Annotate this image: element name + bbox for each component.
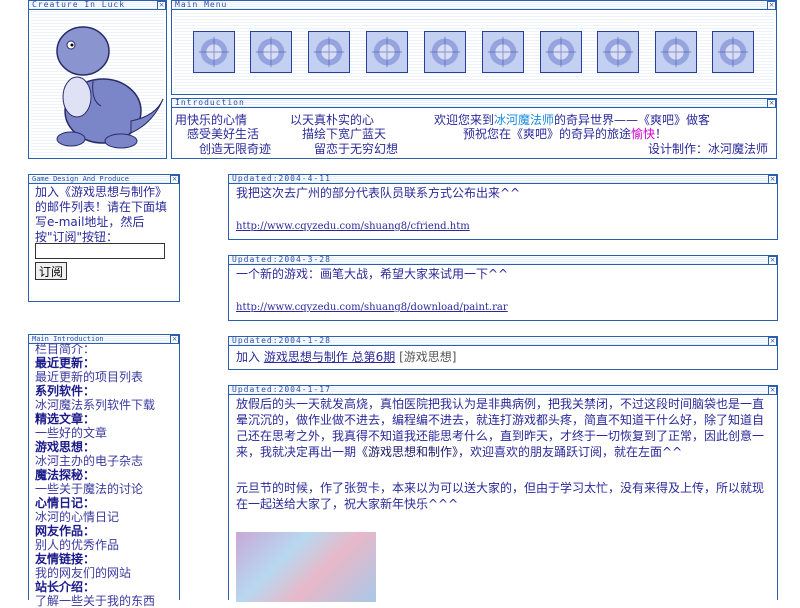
panel-title: Game Design And Produce [29,175,179,184]
close-icon[interactable]: × [157,1,166,10]
section-description: 一些好的文章 [35,426,108,440]
post-date: Updated:2004-3-28 [229,256,777,265]
post-panel: Updated:2004-3-28 × 一个新的游戏：画笔大战，希望大家来试用一… [228,255,778,321]
creature-image [31,11,164,156]
section-link[interactable]: 最近更新： [35,356,155,370]
main-introduction-panel: Main Introduction × 栏目简介： 最近更新： 最近更新的项目列表… [28,334,180,608]
introduction-panel: Introduction × 用快乐的心情 感受美好生活 创造无限奇迹 以天真朴… [171,98,777,159]
hooded-figure-icon[interactable] [424,31,466,73]
post-text: 放假后的头一天就发高烧，真怕医院把我认为是非典病例，把我关禁闭，不过这段时间脑袋… [236,396,771,460]
chalice-icon[interactable] [540,31,582,73]
section-link[interactable]: 网友作品： [35,524,155,538]
mask-face-icon[interactable] [655,31,697,73]
close-icon[interactable]: × [767,99,776,108]
section-link[interactable]: 魔法探秘： [35,468,155,482]
panel-title: Introduction [172,99,776,108]
section-description: 冰河的心情日记 [35,510,120,524]
section-description: 别人的优秀作品 [35,538,120,552]
preview-text: 预祝您在《爽吧》的奇异的旅途 [463,127,632,141]
happy-text: 愉快 [631,127,656,141]
close-icon[interactable]: × [170,335,179,344]
dinosaur-icon [56,26,164,149]
close-icon[interactable]: × [768,256,777,265]
post-text: 一个新的游戏：画笔大战，希望大家来试用一下^^ [236,267,509,281]
post-date: Updated:2004-1-17 [229,386,777,395]
wings-icon[interactable] [597,31,639,73]
rose-window-icon[interactable] [250,31,292,73]
section-description: 最近更新的项目列表 [35,370,144,384]
close-icon[interactable]: × [170,175,179,184]
close-icon[interactable]: × [768,386,777,395]
section-description: 冰河主办的电子杂志 [35,454,144,468]
eye-icon[interactable] [366,31,408,73]
figures-icon[interactable] [193,31,235,73]
post-link[interactable]: http://www.cqyzedu.com/shuang8/cfriend.h… [236,221,470,232]
subscribe-text: 加入《游戏思想与制作》 [35,185,168,199]
section-description: 我的网友们的网站 [35,566,132,580]
section-description: 一些关于魔法的讨论 [35,482,144,496]
post-suffix: [游戏思想] [395,350,457,364]
greeting-card-image [236,532,376,602]
email-field[interactable] [35,243,165,259]
subscribe-text: 的邮件列表！请在下面填 [35,200,168,214]
post-link[interactable]: http://www.cqyzedu.com/shuang8/download/… [236,302,508,313]
section-link[interactable]: 系列软件： [35,384,155,398]
section-header: 栏目简介： [35,342,96,356]
section-link[interactable]: 站长介绍： [35,580,155,594]
post-text: 我把这次去广州的部分代表队员联系方式公布出来^^ [236,186,521,200]
subscribe-panel: Game Design And Produce × 加入《游戏思想与制作》 的邮… [28,174,180,302]
magazine-link[interactable]: 《游戏思想和制作》 [356,445,458,459]
crest-icon[interactable] [712,31,754,73]
close-icon[interactable]: × [768,175,777,184]
close-icon[interactable]: × [768,337,777,346]
section-description: 了解一些关于我的东西 [35,594,156,608]
subscribe-button[interactable]: 订阅 [35,262,68,280]
designer-credit: 设计制作：冰河魔法师 [647,142,768,156]
panel-title: Creature In Luck [29,1,166,10]
subscribe-text: 写e-mail地址，然后 [35,215,145,229]
post-date: Updated:2004-4-11 [229,175,777,184]
post-text: 加入 游戏思想与制作 总第6期 [游戏思想] [236,349,771,365]
section-link[interactable]: 心情日记： [35,496,155,510]
intro-line: 创造无限奇迹 [199,142,272,156]
close-icon[interactable]: × [767,1,776,10]
preview-end: ！ [655,127,668,141]
panel-title: Main Menu [172,1,776,10]
treasure-chest-icon[interactable] [308,31,350,73]
candle-icon[interactable] [482,31,524,73]
section-link[interactable]: 友情链接： [35,552,155,566]
post-prefix: 加入 [236,350,264,364]
creature-panel: Creature In Luck × [28,0,167,159]
section-link[interactable]: 游戏思想： [35,440,155,454]
preview-line: 预祝您在《爽吧》的奇异的旅途愉快！ [463,125,667,142]
post-panel: Updated:2004-4-11 × 我把这次去广州的部分代表队员联系方式公布… [228,174,778,240]
section-link[interactable]: 精选文章： [35,412,155,426]
section-description: 冰河魔法系列软件下载 [35,398,156,412]
post-panel: Updated:2004-1-17 × 放假后的头一天就发高烧，真怕医院把我认为… [228,385,778,602]
post-paragraph-end: ，欢迎喜欢的朋友踊跃订阅，就在左面^^ [458,445,683,459]
main-menu-panel: Main Menu × [171,0,777,95]
post-paragraph: 元旦节的时候，作了张贺卡，本来以为可以送大家的，但由于学习太忙，没有来得及上传，… [236,481,765,511]
post-panel: Updated:2004-1-28 × 加入 游戏思想与制作 总第6期 [游戏思… [228,336,778,370]
intro-line: 留恋于无穷幻想 [314,142,399,156]
post-date: Updated:2004-1-28 [229,337,777,346]
post-link[interactable]: 游戏思想与制作 总第6期 [264,350,395,364]
